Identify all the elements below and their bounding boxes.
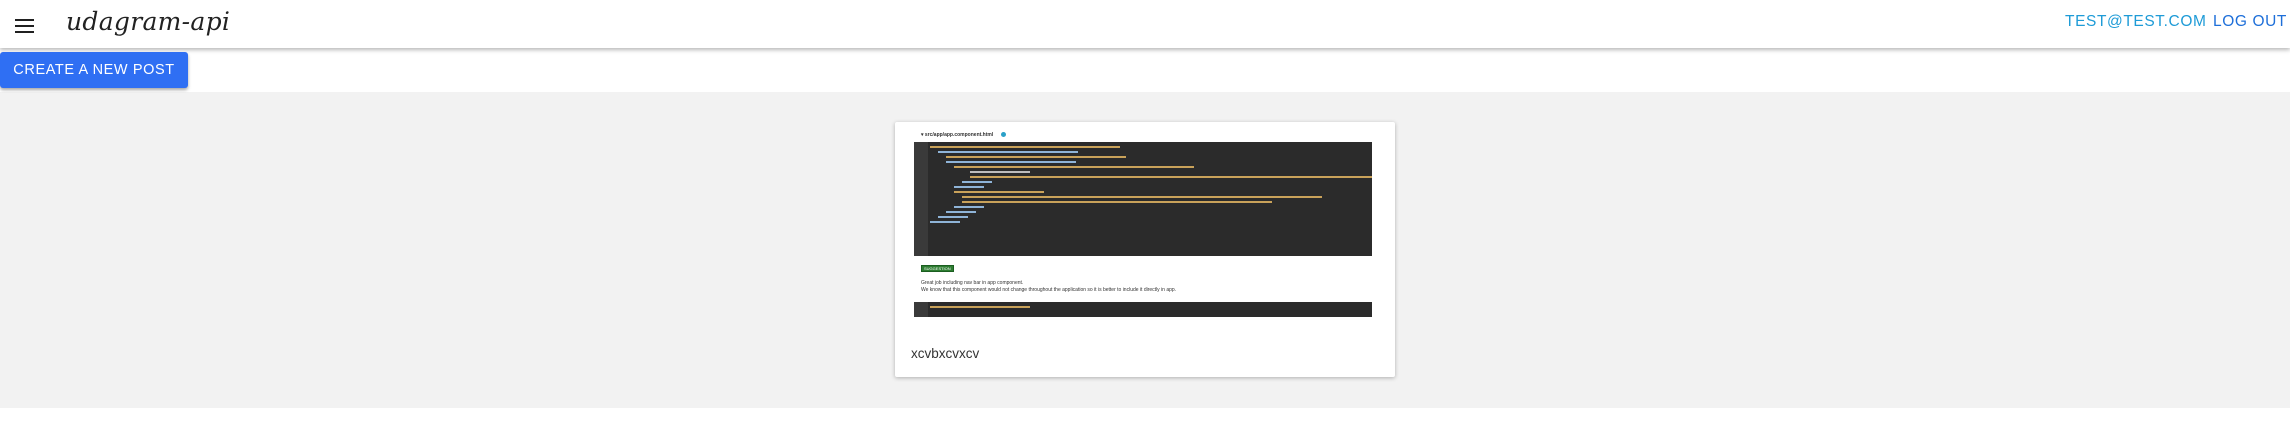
action-bar <box>0 48 2290 92</box>
post-caption: xcvbxcvxcv <box>911 346 980 361</box>
post-image: ▾ src/app/app.component.html SUGGESTION … <box>911 128 1379 333</box>
menu-icon[interactable] <box>8 6 44 42</box>
app-title[interactable]: udagram-api <box>66 7 230 36</box>
top-toolbar: udagram-api TEST@TEST.COM LOG OUT <box>0 0 2290 48</box>
logout-button[interactable]: LOG OUT <box>2213 13 2287 31</box>
image-file-path: ▾ src/app/app.component.html <box>921 132 1007 138</box>
user-email-link[interactable]: TEST@TEST.COM <box>2065 13 2207 31</box>
image-code-block <box>914 142 1372 256</box>
review-line-1: Great job including nav bar in app compo… <box>921 280 1024 286</box>
review-line-2: We know that this component would not ch… <box>921 287 1177 293</box>
review-tag: SUGGESTION <box>921 265 954 272</box>
page-footer <box>0 408 2290 421</box>
create-post-button[interactable]: CREATE A NEW POST <box>0 52 188 88</box>
info-icon <box>1001 132 1007 138</box>
post-card: ▾ src/app/app.component.html SUGGESTION … <box>895 122 1395 377</box>
image-code-block-2 <box>914 302 1372 317</box>
